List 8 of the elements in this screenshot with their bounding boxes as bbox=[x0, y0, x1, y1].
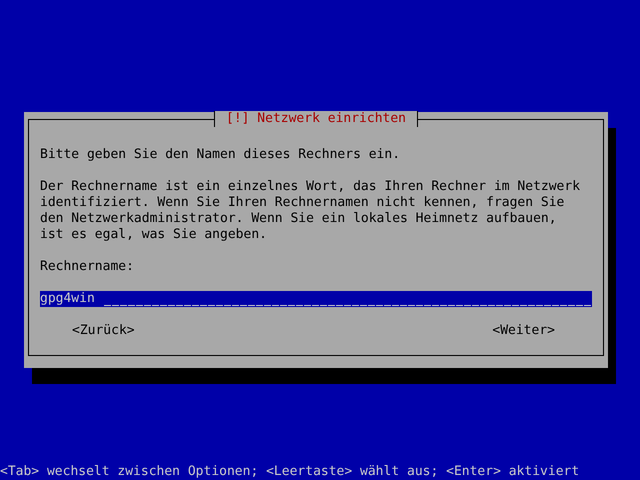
dialog-title: [!] Netzwerk einrichten bbox=[214, 111, 418, 127]
dialog-button[interactable]: <Zurück> bbox=[72, 323, 135, 339]
dialog-text: Bitte geben Sie den Namen dieses Rechners ein. bbox=[40, 147, 402, 163]
dialog-button[interactable]: <Weiter> bbox=[492, 323, 555, 339]
hostname-field[interactable]: gpg4win bbox=[40, 291, 592, 307]
field-label: Rechnername: bbox=[40, 259, 135, 275]
dialog-text: Der Rechnername ist ein einzelnes Wort, das Ihren Rechner im Netzwerk identifiziert. Wenn Sie Ihren Rechnernamen nicht kennen, fragen Sie den Netzwerkadministrator. Wenn Sie ein lokales Heimnetz aufbauen, ist es egal, was Sie angeben. bbox=[40, 179, 582, 243]
status-text: <Tab> wechselt zwischen Optionen; <Leertaste> wählt aus; <Enter> aktiviert bbox=[0, 464, 580, 480]
